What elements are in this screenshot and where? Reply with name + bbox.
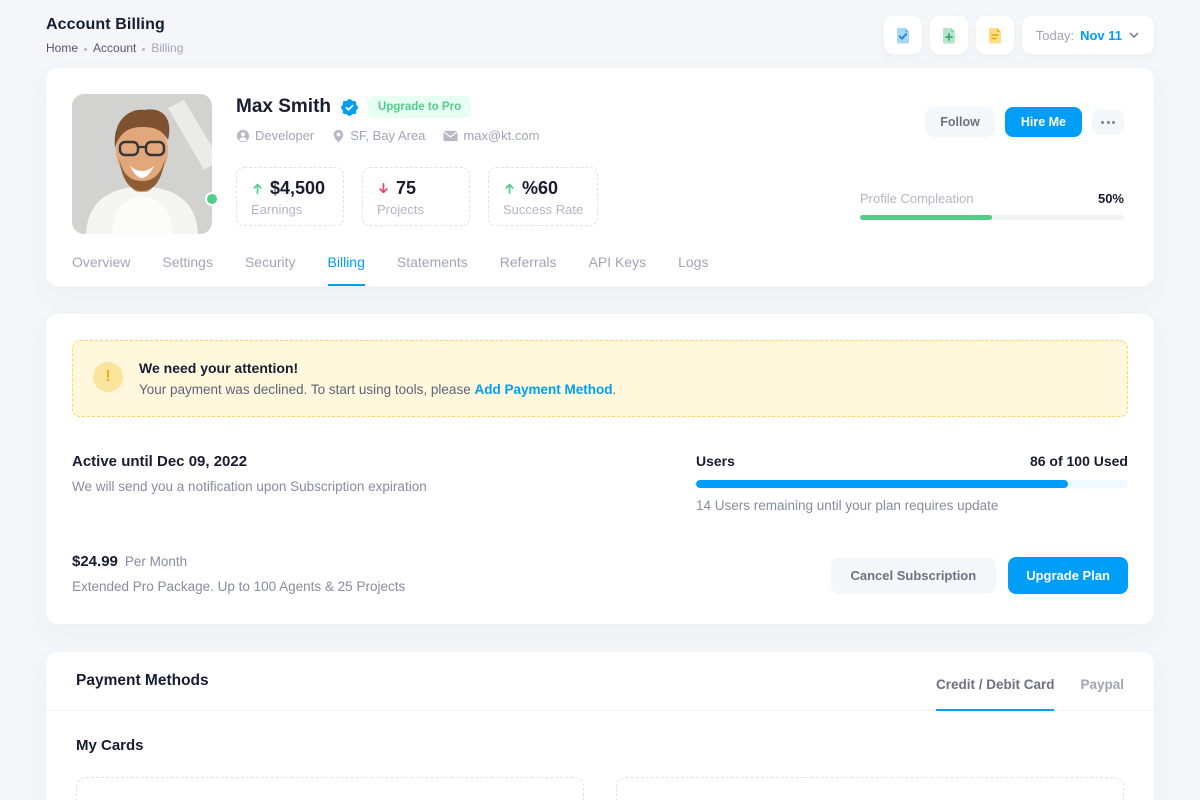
profile-location-label: SF, Bay Area (350, 128, 425, 143)
completion-label: Profile Compleation (860, 191, 973, 206)
file-check-icon (893, 25, 913, 45)
profile-completion: Profile Compleation 50% (860, 191, 1124, 220)
warning-icon: ! (93, 362, 123, 392)
add-payment-method-link[interactable]: Add Payment Method (474, 382, 612, 397)
users-progress-track (696, 480, 1128, 488)
breadcrumb-account[interactable]: Account (93, 41, 136, 55)
profile-role: Developer (236, 128, 314, 143)
users-usage: Users 86 of 100 Used 14 Users remaining … (696, 453, 1128, 513)
profile-email: max@kt.com (443, 128, 539, 143)
stat-earnings-label: Earnings (251, 202, 329, 217)
date-selector[interactable]: Today: Nov 11 (1022, 16, 1154, 54)
breadcrumb-separator (142, 48, 145, 51)
profile-stats: $4,500 Earnings 75 Projects (236, 167, 836, 226)
breadcrumb-home[interactable]: Home (46, 41, 78, 55)
stat-success-rate-value: %60 (522, 178, 558, 199)
verified-badge-icon (340, 98, 359, 117)
avatar (72, 94, 212, 234)
upgrade-plan-button[interactable]: Upgrade Plan (1008, 557, 1128, 594)
tab-paypal[interactable]: Paypal (1080, 677, 1124, 711)
breadcrumb: Home Account Billing (46, 41, 183, 55)
cards-grid (76, 777, 1124, 800)
tab-security[interactable]: Security (245, 254, 296, 286)
subscription-status: Active until Dec 09, 2022 We will send y… (72, 453, 427, 513)
billing-summary-card: ! We need your attention! Your payment w… (46, 314, 1154, 624)
plan-price: $24.99 (72, 553, 118, 570)
tab-overview[interactable]: Overview (72, 254, 130, 286)
plan-price-period: Per Month (125, 554, 187, 569)
upgrade-to-pro-badge[interactable]: Upgrade to Pro (368, 96, 471, 118)
alert-body-text: Your payment was declined. To start usin… (139, 382, 471, 397)
follow-button[interactable]: Follow (925, 107, 995, 137)
profile-name: Max Smith (236, 96, 331, 118)
page-title: Account Billing (46, 16, 183, 34)
alert-title: We need your attention! (139, 360, 616, 376)
avatar-image (72, 94, 212, 234)
profile-location: SF, Bay Area (332, 128, 425, 143)
payment-methods-card: Payment Methods Credit / Debit Card Payp… (46, 652, 1154, 800)
arrow-up-icon (251, 182, 264, 195)
file-check-button[interactable] (884, 16, 922, 54)
file-lines-icon (985, 25, 1005, 45)
stat-success-rate-label: Success Rate (503, 202, 583, 217)
hire-me-button[interactable]: Hire Me (1005, 107, 1082, 137)
top-actions: Today: Nov 11 (884, 16, 1154, 54)
cancel-subscription-button[interactable]: Cancel Subscription (831, 557, 997, 594)
payment-warning-alert: ! We need your attention! Your payment w… (72, 340, 1128, 417)
users-note: 14 Users remaining until your plan requi… (696, 498, 1128, 513)
card-slot (616, 777, 1124, 800)
profile-email-label: max@kt.com (463, 128, 539, 143)
plan-price-block: $24.99 Per Month Extended Pro Package. U… (72, 553, 405, 594)
mail-icon (443, 130, 458, 142)
date-value: Nov 11 (1080, 28, 1122, 43)
active-until-desc: We will send you a notification upon Sub… (72, 479, 427, 494)
stat-projects-value: 75 (396, 178, 416, 199)
stat-projects-label: Projects (377, 202, 455, 217)
payment-methods-title: Payment Methods (76, 672, 209, 690)
stat-success-rate: %60 Success Rate (488, 167, 598, 226)
file-plus-button[interactable] (930, 16, 968, 54)
payment-method-tabs: Credit / Debit Card Paypal (936, 652, 1124, 710)
title-block: Account Billing Home Account Billing (46, 16, 183, 55)
users-progress-fill (696, 480, 1068, 488)
stat-earnings-value: $4,500 (270, 178, 325, 199)
tab-billing[interactable]: Billing (328, 254, 365, 286)
stat-projects: 75 Projects (362, 167, 470, 226)
plan-description: Extended Pro Package. Up to 100 Agents &… (72, 579, 405, 594)
arrow-down-icon (377, 182, 390, 195)
profile-tabs: Overview Settings Security Billing State… (72, 254, 1124, 286)
alert-body: Your payment was declined. To start usin… (139, 382, 616, 397)
users-used-label: 86 of 100 Used (1030, 453, 1128, 469)
completion-progress-track (860, 215, 1124, 220)
stat-earnings: $4,500 Earnings (236, 167, 344, 226)
breadcrumb-separator (84, 48, 87, 51)
file-lines-button[interactable] (976, 16, 1014, 54)
users-label: Users (696, 453, 735, 469)
arrow-up-icon (503, 182, 516, 195)
completion-value: 50% (1098, 191, 1124, 206)
tab-settings[interactable]: Settings (162, 254, 213, 286)
active-until-title: Active until Dec 09, 2022 (72, 453, 427, 470)
tab-statements[interactable]: Statements (397, 254, 468, 286)
tab-api-keys[interactable]: API Keys (589, 254, 647, 286)
location-icon (332, 129, 345, 143)
chevron-down-icon (1128, 29, 1140, 41)
tab-credit-debit-card[interactable]: Credit / Debit Card (936, 677, 1055, 711)
profile-card: Max Smith Upgrade to Pro Deve (46, 68, 1154, 286)
online-status-dot (205, 192, 219, 206)
tab-logs[interactable]: Logs (678, 254, 708, 286)
profile-meta: Developer SF, Bay Area (236, 128, 836, 143)
tab-referrals[interactable]: Referrals (500, 254, 557, 286)
completion-progress-fill (860, 215, 992, 220)
user-icon (236, 129, 250, 143)
card-slot (76, 777, 584, 800)
more-options-button[interactable] (1092, 109, 1124, 135)
file-plus-icon (939, 25, 959, 45)
profile-role-label: Developer (255, 128, 314, 143)
top-header: Account Billing Home Account Billing (46, 0, 1154, 64)
my-cards-title: My Cards (76, 737, 1124, 754)
date-label: Today: (1036, 28, 1074, 43)
alert-body-suffix: . (612, 382, 616, 397)
breadcrumb-billing: Billing (151, 41, 183, 55)
